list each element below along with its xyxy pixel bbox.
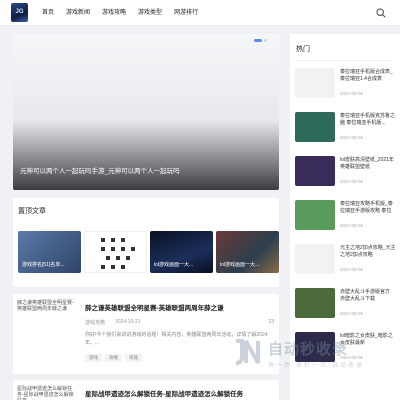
hot-item[interactable]: 泰拉瑞亚手机版克苏鲁之脑 泰拉瑞亚手机版... 2024-09-06 — [295, 112, 395, 152]
recommended-card[interactable] — [84, 231, 147, 273]
search-icon[interactable] — [376, 8, 386, 18]
hot-item-title[interactable]: 赤壁大乱斗手游版官方 赤壁大乱斗下载 — [340, 289, 396, 303]
hot-item[interactable]: lol皮肤高清壁纸_2021年英雄联盟壁纸 2024-09-06 — [295, 156, 395, 196]
watermark-text: 自动秒收录 — [268, 341, 349, 358]
hot-item-date: 2024-09-06 — [340, 135, 364, 140]
hot-item-title[interactable]: lol皮肤高清壁纸_2021年英雄联盟壁纸 — [340, 157, 396, 171]
hot-item-date: 2024-09-06 — [340, 223, 364, 228]
top-header: JG 首页 游戏新闻 游戏攻略 游戏类型 网游排行 — [0, 0, 400, 26]
hero-caption[interactable]: 元神可以两个人一起玩吗手游_元神可以两个人一起玩吗 — [20, 165, 180, 175]
article-meta: 游戏攻略 2024-10-21 — [85, 319, 141, 326]
article-thumbnail[interactable]: 星际战甲遗迹怎么解锁任务-星际战甲遗迹怎么解锁任务 — [17, 386, 77, 400]
article-tag[interactable]: 英雄 — [125, 354, 142, 362]
main-nav: 首页 游戏新闻 游戏攻略 游戏类型 网游排行 — [42, 0, 210, 26]
hot-item-date: 2024-09-06 — [340, 179, 364, 184]
hot-item-title[interactable]: 泰拉瑞亚攻略手机版_泰拉瑞亚手游版攻略 泰拉 — [340, 201, 396, 215]
recommended-title: 置顶文章 — [18, 208, 46, 215]
recommended-card[interactable]: lol游戏画面一大... — [216, 231, 279, 273]
hot-item-thumbnail[interactable] — [295, 156, 335, 186]
recommended-section: 置顶文章 游戏排名[51]名单... lol游戏画面一大... lol游戏画面一… — [13, 198, 279, 287]
article-date: 2024-10-21 — [115, 319, 141, 325]
hot-item-date: 2024-09-05 — [340, 311, 364, 316]
article-item[interactable]: 星际战甲遗迹怎么解锁任务-星际战甲遗迹怎么解锁任务 星际战甲遗迹怎么解锁任务-星… — [13, 380, 279, 400]
nav-online-ranking[interactable]: 网游排行 — [174, 0, 198, 26]
divider — [296, 60, 392, 61]
hot-item-thumbnail[interactable] — [295, 200, 335, 230]
hot-item[interactable]: 赤壁大乱斗手游版官方 赤壁大乱斗下载 2024-09-05 — [295, 288, 395, 328]
article-tag[interactable]: 攻略 — [105, 354, 122, 362]
hot-item-title[interactable]: 元主之地2加点攻略_元主之地2加点攻略 — [340, 245, 396, 259]
hot-item-thumbnail[interactable] — [295, 288, 335, 318]
hero-carousel[interactable]: 元神可以两个人一起玩吗手游_元神可以两个人一起玩吗 — [13, 34, 279, 190]
hot-title: 热门 — [296, 46, 310, 53]
carousel-indicator — [254, 39, 267, 42]
article-view-count: 23 — [268, 319, 274, 325]
carousel-dot[interactable] — [264, 39, 267, 42]
card-caption: 游戏排名[51]名单... — [22, 262, 65, 268]
card-caption: lol游戏画面一大... — [220, 262, 260, 268]
article-thumbnail[interactable]: 薛之谦英雄联盟全明星赛-英雄联盟两周年薛之谦 — [17, 300, 77, 330]
hot-item-thumbnail[interactable] — [295, 68, 335, 98]
nav-home[interactable]: 首页 — [42, 0, 54, 26]
article-title[interactable]: 星际战甲遗迹怎么解锁任务-星际战甲遗迹怎么解锁任务 — [85, 388, 243, 398]
article-author: 游戏攻略 — [85, 320, 106, 326]
watermark-logo-icon — [235, 339, 260, 365]
article-tag[interactable]: 游戏 — [85, 354, 102, 362]
card-image — [101, 238, 135, 269]
recommended-cards: 游戏排名[51]名单... lol游戏画面一大... lol游戏画面一大... — [18, 231, 279, 273]
watermark: 自动秒收录 快一步·来秒一次·自动收录 — [232, 333, 392, 373]
hot-item-title[interactable]: 泰拉瑞亚手机版克苏鲁之脑 泰拉瑞亚手机版... — [340, 113, 396, 127]
watermark-subtext: 快一步·来秒一次·自动收录 — [268, 363, 364, 369]
recommended-card[interactable]: lol游戏画面一大... — [150, 231, 213, 273]
card-caption: lol游戏画面一大... — [154, 262, 194, 268]
site-logo[interactable]: JG — [11, 3, 28, 22]
hot-item[interactable]: 泰拉瑞亚手机版合成表_泰拉瑞亚1.4合成表 2024-09-06 — [295, 68, 395, 108]
hot-item[interactable]: 元主之地2加点攻略_元主之地2加点攻略 2024-09-06 — [295, 244, 396, 284]
article-title[interactable]: 薛之谦英雄联盟全明星赛-英雄联盟两周年薛之谦 — [85, 302, 224, 312]
hot-item-thumbnail[interactable] — [295, 112, 335, 142]
article-tags: 游戏 攻略 英雄 — [85, 354, 142, 362]
hot-item-date: 2024-09-06 — [340, 91, 364, 96]
hot-item-date: 2024-09-06 — [340, 267, 364, 272]
carousel-dot-active[interactable] — [254, 39, 262, 42]
hot-item-thumbnail[interactable] — [295, 244, 335, 274]
nav-game-guides[interactable]: 游戏攻略 — [102, 0, 126, 26]
hot-item[interactable]: 泰拉瑞亚攻略手机版_泰拉瑞亚手游版攻略 泰拉 2024-09-06 — [295, 200, 395, 240]
nav-game-news[interactable]: 游戏新闻 — [66, 0, 90, 26]
recommended-card[interactable]: 游戏排名[51]名单... — [18, 231, 81, 273]
hot-item-title[interactable]: 泰拉瑞亚手机版合成表_泰拉瑞亚1.4合成表 — [340, 69, 396, 83]
nav-game-types[interactable]: 游戏类型 — [138, 0, 162, 26]
